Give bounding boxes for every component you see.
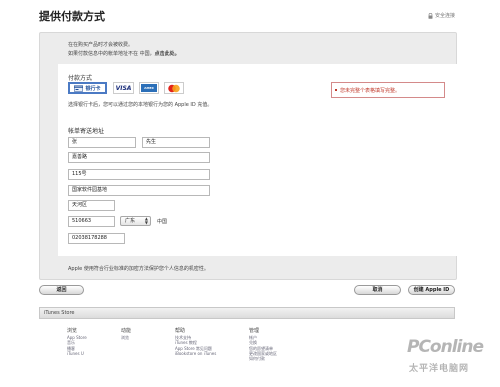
footer-column-title: 浏览 — [67, 328, 78, 334]
click-here-link[interactable]: 点击此处。 — [155, 51, 180, 57]
city-field[interactable]: 天河区 — [68, 200, 115, 211]
store-bar: iTunes Store — [39, 307, 455, 319]
error-message-text: 您未完整个表格填写完整。 — [340, 88, 401, 94]
street-field-3[interactable]: 国家软件园基地 — [68, 185, 210, 196]
street-field-1[interactable]: 嘉善路 — [68, 152, 210, 163]
lock-icon — [428, 12, 433, 19]
bank-card-icon — [74, 84, 84, 92]
phone-field[interactable]: 02038178288 — [68, 233, 125, 244]
amex-icon: AMEX — [141, 84, 157, 92]
error-message: 您未完整个表格填写完整。 — [331, 82, 445, 98]
first-name-field[interactable]: 先生 — [142, 137, 210, 148]
payment-method-label: 付款方式 — [68, 75, 93, 82]
cancel-button[interactable]: 取消 — [354, 285, 401, 295]
back-button[interactable]: 返回 — [39, 285, 84, 295]
select-arrows-icon: ▲ ▼ — [144, 216, 148, 225]
province-select[interactable]: 广东 ▲ ▼ — [120, 216, 151, 226]
street-field-2[interactable]: 115号 — [68, 169, 210, 180]
bank-card-hint: 选择银行卡后，您可以通过您的本地银行为您的 Apple ID 充值。 — [68, 102, 213, 108]
store-bar-label[interactable]: iTunes Store — [44, 310, 75, 316]
footer-column-manage: 管理 帐户 兑换 您的愿望清单 更改国家或地区 如何付款 — [249, 327, 277, 361]
last-name-field[interactable]: 张 — [68, 137, 136, 148]
payment-option-mastercard[interactable] — [164, 82, 184, 94]
secure-connection: 安全连接 — [428, 12, 455, 19]
payment-option-amex[interactable]: AMEX — [139, 82, 159, 94]
province-value: 广东 — [125, 218, 136, 224]
payment-option-bank-card[interactable]: 银行卡 — [68, 82, 107, 94]
watermark: PConline 太平洋电脑网 — [407, 337, 497, 385]
footer-column-features: 动能 浏览 — [121, 327, 131, 340]
footer-link[interactable]: 浏览 — [121, 335, 131, 340]
security-note: Apple 使用符合行业标准的加密方法保护您个人信息的机密性。 — [68, 266, 209, 272]
footer-link[interactable]: iTunes U — [67, 351, 87, 356]
watermark-subtitle: 太平洋电脑网 — [409, 364, 470, 374]
page-title: 提供付款方式 — [39, 10, 105, 23]
footer-column-title: 帮助 — [175, 328, 186, 334]
footer-column-browse: 浏览 App Store 音乐 播客 iTunes U — [67, 327, 87, 356]
intro-text: 在在购买产品时才会被收费。 — [68, 42, 134, 48]
footer-link[interactable]: 如何付款 — [249, 356, 277, 361]
footer-link[interactable]: iBookstore on iTunes — [175, 351, 216, 356]
footer-column-title: 管理 — [249, 328, 260, 334]
intro-region-text: 如果付款信息中的帐单地址不在 中国，点击此处。 — [68, 50, 180, 57]
watermark-brand: PConline — [407, 337, 484, 357]
mastercard-icon — [168, 84, 180, 92]
postal-code-field[interactable]: 510663 — [68, 216, 115, 227]
country-label: 中国 — [157, 219, 168, 225]
visa-icon: VISA — [115, 84, 132, 92]
payment-option-visa[interactable]: VISA — [113, 82, 134, 94]
footer-column-help: 帮助 技术支持 iTunes 教程 App Store 常见问题 iBookst… — [175, 327, 216, 356]
intro-region-prefix: 如果付款信息中的帐单地址不在 中国， — [68, 51, 155, 57]
secure-connection-label: 安全连接 — [435, 13, 456, 19]
bank-card-label: 银行卡 — [85, 85, 101, 92]
footer-column-title: 动能 — [121, 328, 132, 334]
create-apple-id-button[interactable]: 创建 Apple ID — [408, 285, 455, 295]
billing-address-label: 帐单寄送地址 — [68, 128, 105, 135]
